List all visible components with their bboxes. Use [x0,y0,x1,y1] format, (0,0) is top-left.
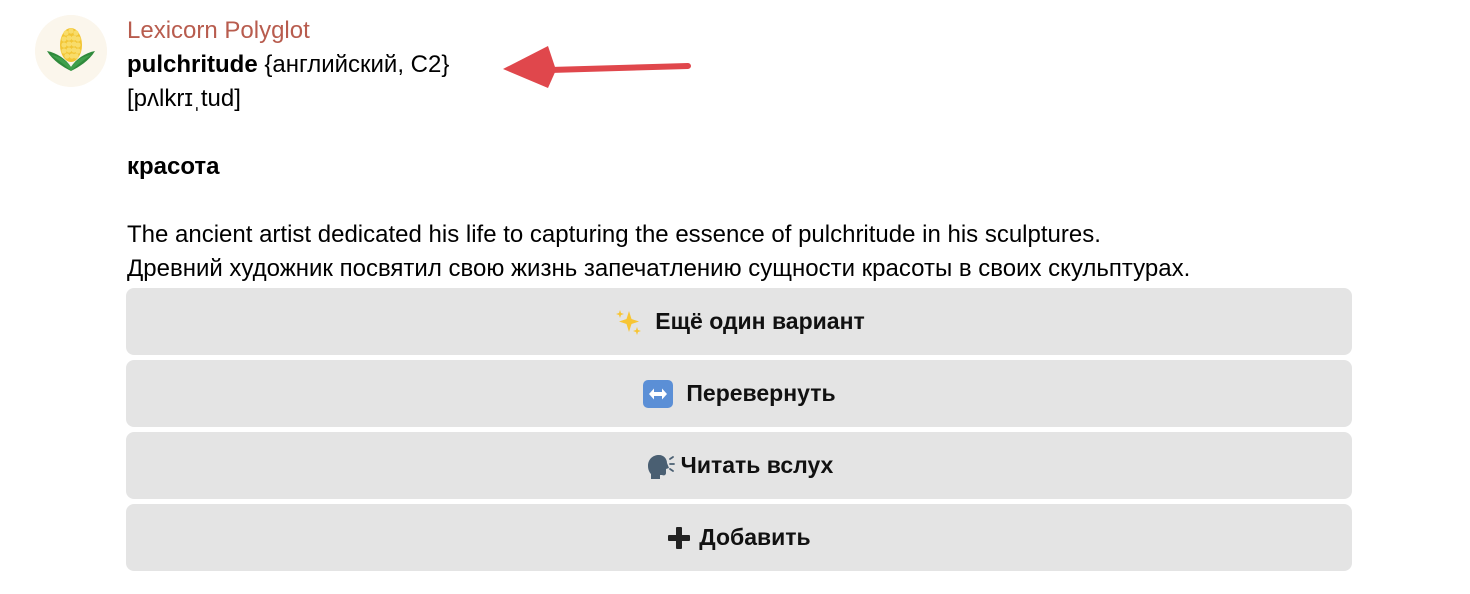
another-variant-label: Ещё один вариант [655,308,865,334]
translation: красота [127,153,220,180]
word: pulchritude [127,51,258,78]
transcription: [pʌlkrɪˌtud] [127,85,241,112]
chat-message-view: Lexicorn Polyglot pulchritude {английски… [0,0,1470,594]
message-body: Lexicorn Polyglot pulchritude {английски… [127,14,1353,286]
example-english: The ancient artist dedicated his life to… [127,221,1101,248]
another-variant-button[interactable]: Ещё один вариант [126,288,1352,355]
flip-label: Перевернуть [686,380,836,406]
read-aloud-label: Читать вслух [680,452,834,478]
add-label: Добавить [699,524,811,550]
left-right-arrow-icon [642,379,674,409]
bot-avatar[interactable] [35,15,107,87]
add-button[interactable]: Добавить [126,504,1352,571]
sender-name[interactable]: Lexicorn Polyglot [127,14,1353,48]
corn-logo-icon [35,15,107,87]
example-russian: Древний художник посвятил свою жизнь зап… [127,255,1191,282]
inline-keyboard: Ещё один вариант Перевернуть Читать вслу… [126,288,1352,576]
word-meta: {английский, C2} [264,51,450,78]
flip-button[interactable]: Перевернуть [126,360,1352,427]
read-aloud-button[interactable]: Читать вслух [126,432,1352,499]
sparkles-icon [613,307,643,337]
plus-icon [667,526,691,550]
word-line: pulchritude {английский, C2} [127,48,1353,82]
speaking-head-icon [645,451,675,481]
